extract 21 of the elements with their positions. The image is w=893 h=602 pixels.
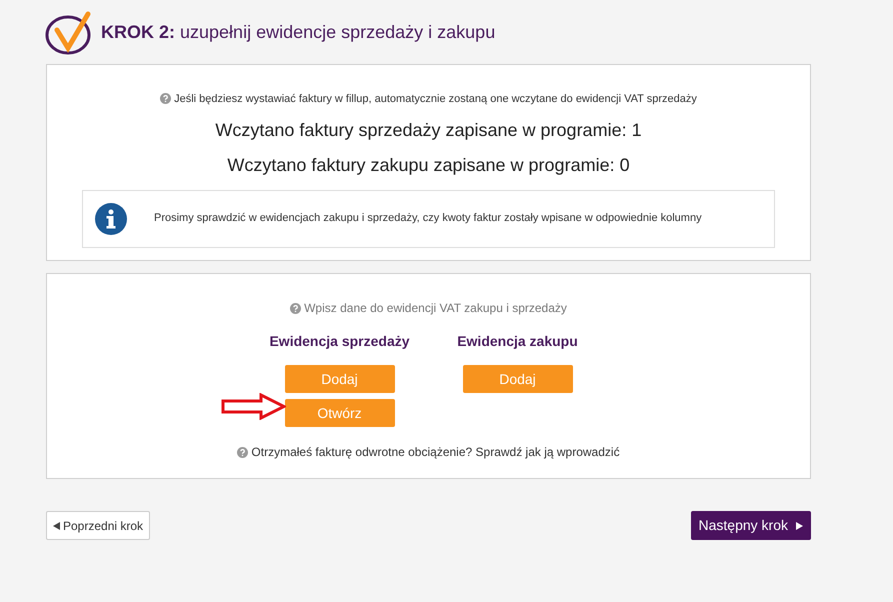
- count-text: Wczytano faktury zakupu zapisane w programie: 0: [227, 154, 630, 177]
- page-title: KROK 2: uzupełnij ewidencje sprzedaży i zakupu: [101, 20, 496, 44]
- help-icon: [237, 447, 248, 458]
- info-icon: [95, 202, 127, 234]
- action-button[interactable]: Dodaj: [284, 365, 394, 393]
- help-icon: [290, 303, 302, 314]
- arrow-annotation: [221, 393, 286, 420]
- next-step-button[interactable]: Następny krok: [690, 511, 811, 540]
- previous-step-button[interactable]: Poprzedni krok: [46, 511, 150, 540]
- action-button[interactable]: Dodaj: [462, 365, 572, 393]
- help-icon: [160, 93, 172, 104]
- action-button[interactable]: Otwórz: [284, 399, 394, 427]
- footer-hint: Otrzymałeś fakturę odwrotne obciążenie? Sprawdź jak ją wprowadzić: [237, 443, 620, 461]
- left-triangle-icon: [53, 522, 60, 530]
- column-title: Ewidencja zakupu: [457, 332, 578, 351]
- info-text: Prosimy sprawdzić w ewidencjach zakupu i sprzedaży, czy kwoty faktur zostały wpisane w odpowiednie kolumny: [154, 211, 702, 226]
- right-triangle-icon: [796, 522, 803, 530]
- hint-text: Jeśli będziesz wystawiać faktury w fillup, automatycznie zostaną one wczytane do ewidencji VAT sprzedaży: [160, 91, 697, 108]
- count-text: Wczytano faktury sprzedaży zapisane w programie: 1: [215, 118, 642, 142]
- column-title: Ewidencja sprzedaży: [269, 332, 410, 351]
- hint-text: Wpisz dane do ewidencji VAT zakupu i sprzedaży: [290, 299, 567, 317]
